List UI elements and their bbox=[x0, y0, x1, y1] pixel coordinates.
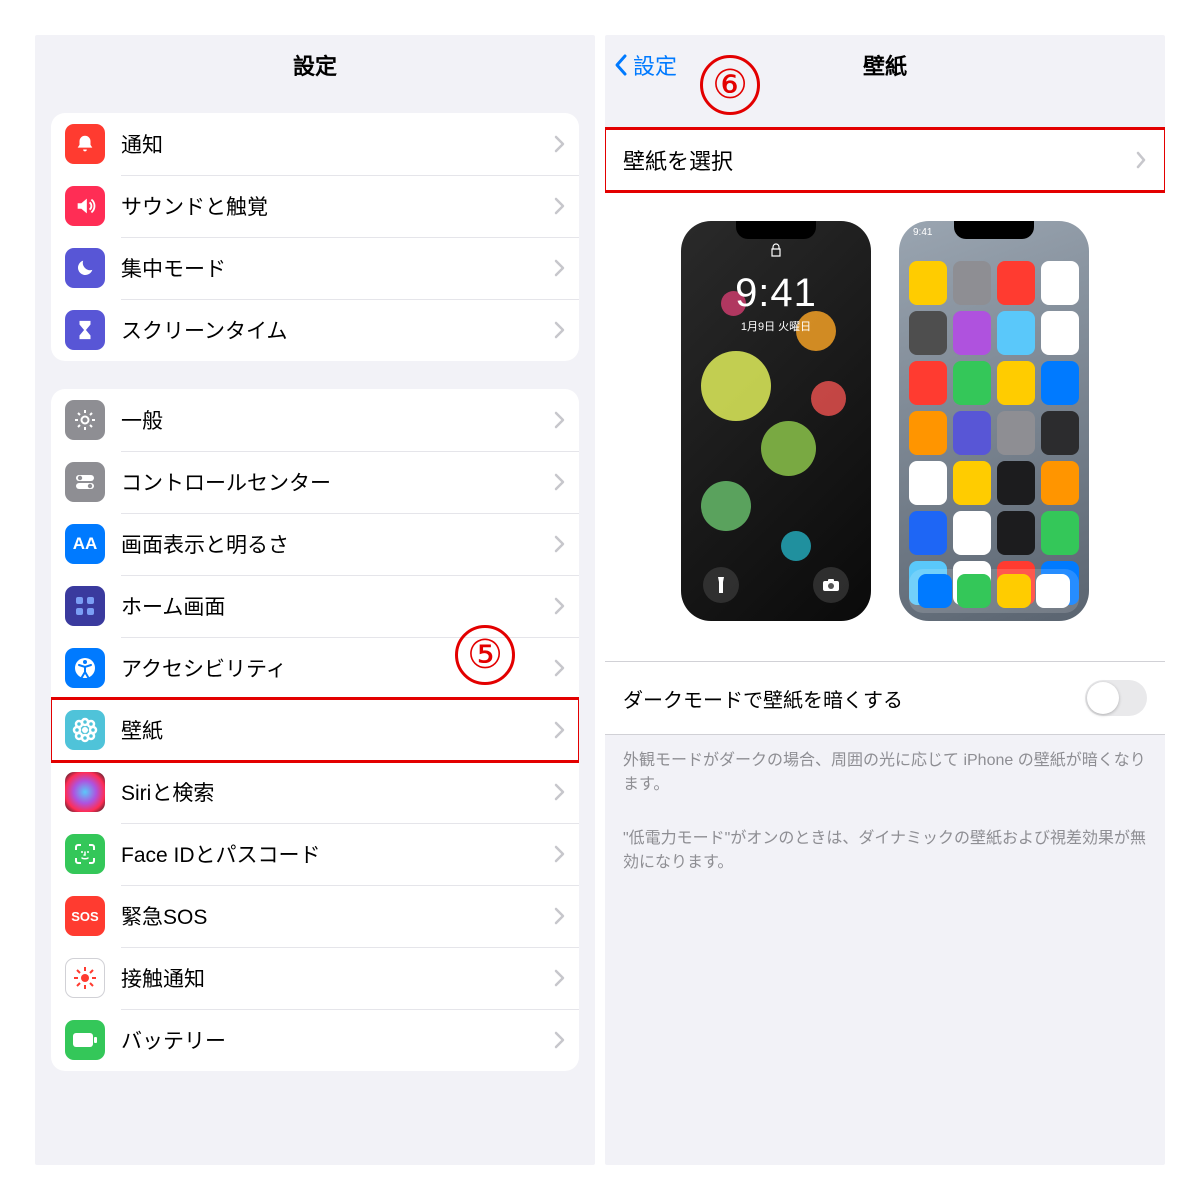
row-label: サウンドと触覚 bbox=[121, 191, 554, 221]
hourglass-icon bbox=[65, 310, 105, 350]
settings-title: 設定 bbox=[293, 49, 337, 81]
settings-row-siri[interactable]: Siriと検索 bbox=[51, 761, 579, 823]
app-grid bbox=[909, 261, 1079, 561]
row-label: 通知 bbox=[121, 129, 554, 159]
settings-row-speaker[interactable]: サウンドと触覚 bbox=[51, 175, 579, 237]
chevron-right-icon bbox=[554, 321, 565, 339]
row-label: 画面表示と明るさ bbox=[121, 529, 554, 559]
settings-row-moon[interactable]: 集中モード bbox=[51, 237, 579, 299]
settings-row-grid[interactable]: ホーム画面 bbox=[51, 575, 579, 637]
chevron-right-icon bbox=[554, 597, 565, 615]
wallpaper-pane: 設定 壁紙 ⑥ 壁紙を選択 9:41 bbox=[605, 35, 1165, 1165]
back-button[interactable]: 設定 bbox=[613, 35, 677, 95]
settings-row-sos[interactable]: SOS 緊急SOS bbox=[51, 885, 579, 947]
settings-group: 一般コントロールセンター AA 画面表示と明るさホーム画面アクセシビリティ壁紙 Sir… bbox=[51, 389, 579, 1071]
row-label: Face IDとパスコード bbox=[121, 839, 554, 869]
low-power-note: "低電力モード"がオンのときは、ダイナミックの壁紙および視差効果が無効になります… bbox=[605, 827, 1165, 905]
settings-row-accessibility[interactable]: アクセシビリティ bbox=[51, 637, 579, 699]
settings-row-battery[interactable]: バッテリー bbox=[51, 1009, 579, 1071]
chevron-right-icon bbox=[554, 535, 565, 553]
select-wallpaper-label: 壁紙を選択 bbox=[623, 144, 733, 176]
row-label: 壁紙 bbox=[121, 715, 554, 745]
chevron-right-icon bbox=[554, 197, 565, 215]
dark-mode-note: 外観モードがダークの場合、周囲の光に応じて iPhone の壁紙が暗くなります。 bbox=[605, 735, 1165, 827]
wallpaper-previews: 9:41 1月9日 火曜日 9:41 bbox=[605, 191, 1165, 662]
chevron-right-icon bbox=[554, 969, 565, 987]
switches-icon bbox=[65, 462, 105, 502]
row-label: Siriと検索 bbox=[121, 777, 554, 807]
faceid-icon bbox=[65, 834, 105, 874]
chevron-right-icon bbox=[554, 783, 565, 801]
row-label: 集中モード bbox=[121, 253, 554, 283]
accessibility-icon bbox=[65, 648, 105, 688]
chevron-left-icon bbox=[613, 53, 629, 77]
wallpaper-title: 壁紙 bbox=[863, 49, 907, 81]
siri-icon bbox=[65, 772, 105, 812]
settings-row-text-size[interactable]: AA 画面表示と明るさ bbox=[51, 513, 579, 575]
lock-icon bbox=[770, 243, 782, 260]
dark-mode-toggle-label: ダークモードで壁紙を暗くする bbox=[623, 684, 903, 713]
settings-row-switches[interactable]: コントロールセンター bbox=[51, 451, 579, 513]
settings-row-flower[interactable]: 壁紙 bbox=[51, 699, 579, 761]
settings-header: 設定 bbox=[35, 35, 595, 95]
lock-time: 9:41 bbox=[681, 271, 871, 316]
chevron-right-icon bbox=[554, 659, 565, 677]
settings-pane: 設定 通知サウンドと触覚集中モードスクリーンタイム一般コントロールセンター AA 画… bbox=[35, 35, 595, 1165]
chevron-right-icon bbox=[554, 907, 565, 925]
text-size-icon: AA bbox=[65, 524, 105, 564]
settings-row-faceid[interactable]: Face IDとパスコード bbox=[51, 823, 579, 885]
speaker-icon bbox=[65, 186, 105, 226]
select-wallpaper-row[interactable]: 壁紙を選択 bbox=[605, 129, 1165, 191]
chevron-right-icon bbox=[1135, 151, 1147, 169]
dark-mode-toggle-row: ダークモードで壁紙を暗くする bbox=[605, 662, 1165, 735]
chevron-right-icon bbox=[554, 1031, 565, 1049]
row-label: アクセシビリティ bbox=[121, 653, 554, 683]
home-time: 9:41 bbox=[913, 227, 932, 238]
moon-icon bbox=[65, 248, 105, 288]
bell-icon bbox=[65, 124, 105, 164]
row-label: ホーム画面 bbox=[121, 591, 554, 621]
sos-icon: SOS bbox=[65, 896, 105, 936]
chevron-right-icon bbox=[554, 411, 565, 429]
chevron-right-icon bbox=[554, 135, 565, 153]
chevron-right-icon bbox=[554, 721, 565, 739]
home-screen-preview[interactable]: 9:41 bbox=[899, 221, 1089, 621]
row-label: バッテリー bbox=[121, 1025, 554, 1055]
settings-row-exposure[interactable]: 接触通知 bbox=[51, 947, 579, 1009]
battery-icon bbox=[65, 1020, 105, 1060]
row-label: スクリーンタイム bbox=[121, 315, 554, 345]
camera-icon bbox=[813, 567, 849, 603]
settings-row-bell[interactable]: 通知 bbox=[51, 113, 579, 175]
row-label: 緊急SOS bbox=[121, 901, 554, 931]
flower-icon bbox=[65, 710, 105, 750]
row-label: 一般 bbox=[121, 405, 554, 435]
flashlight-icon bbox=[703, 567, 739, 603]
grid-icon bbox=[65, 586, 105, 626]
chevron-right-icon bbox=[554, 259, 565, 277]
settings-row-gear[interactable]: 一般 bbox=[51, 389, 579, 451]
chevron-right-icon bbox=[554, 845, 565, 863]
dark-mode-toggle[interactable] bbox=[1085, 680, 1147, 716]
back-label: 設定 bbox=[633, 49, 677, 81]
settings-group: 通知サウンドと触覚集中モードスクリーンタイム bbox=[51, 113, 579, 361]
lock-screen-preview[interactable]: 9:41 1月9日 火曜日 bbox=[681, 221, 871, 621]
wallpaper-header: 設定 壁紙 bbox=[605, 35, 1165, 95]
row-label: コントロールセンター bbox=[121, 467, 554, 497]
exposure-icon bbox=[65, 958, 105, 998]
row-label: 接触通知 bbox=[121, 963, 554, 993]
chevron-right-icon bbox=[554, 473, 565, 491]
lock-date: 1月9日 火曜日 bbox=[681, 318, 871, 334]
gear-icon bbox=[65, 400, 105, 440]
dock bbox=[909, 569, 1079, 613]
settings-row-hourglass[interactable]: スクリーンタイム bbox=[51, 299, 579, 361]
